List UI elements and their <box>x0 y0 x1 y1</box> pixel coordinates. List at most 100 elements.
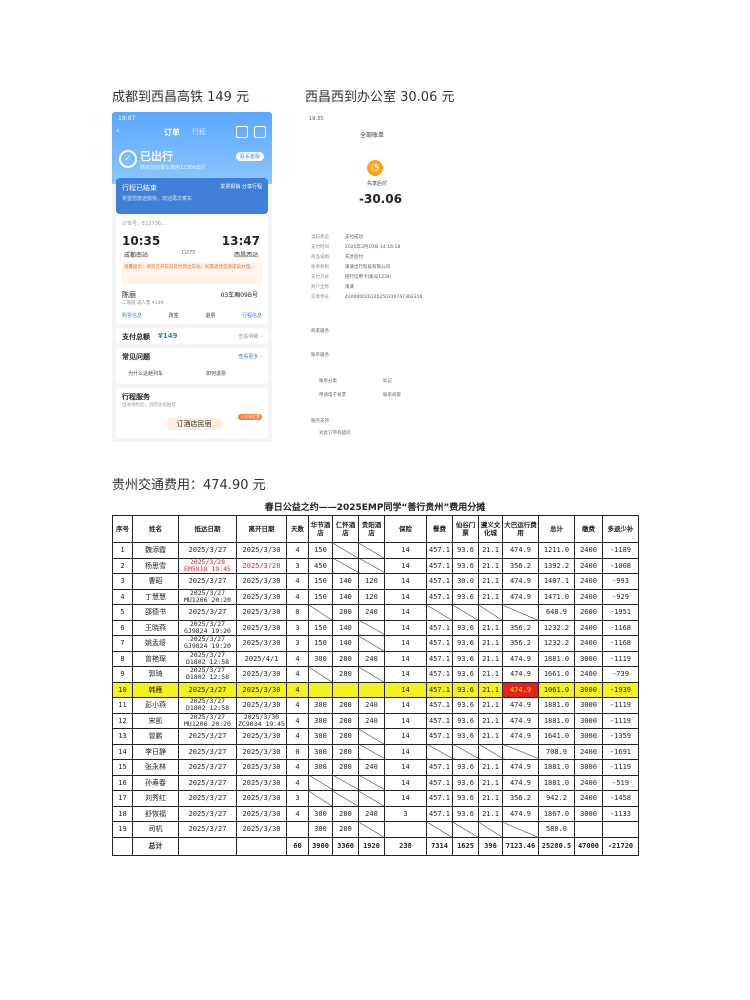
cell-h3 <box>358 619 385 636</box>
cell-leave: 2025/3/30 ZC9034 19:45 <box>236 712 287 729</box>
from-station: 成都南站 <box>124 252 149 259</box>
cell-culture <box>478 821 503 838</box>
more-icon[interactable] <box>254 126 266 138</box>
cell-ins: 14 <box>384 712 427 729</box>
cell-no: 12 <box>112 712 133 729</box>
trip-ended-banner: 行程已结束 希望您旅途愉快，欢迎再次乘车 发票报销 分享行程 <box>116 178 268 214</box>
cell-ticket: 93.6 <box>452 542 479 559</box>
payment-amount: -30.06 <box>359 192 402 206</box>
cell-bus: 474.9 <box>502 542 539 559</box>
cell-paid: 2400 <box>574 774 603 791</box>
faq-item[interactable]: 如何退票 <box>206 370 226 377</box>
trip-services: 行程服务 出发地附近，酒店住宿推荐 入住享优惠 订酒店民宿 <box>116 388 268 438</box>
cell-total: 1881.0 <box>538 712 575 729</box>
contact-service-button[interactable]: 联系客服 <box>235 152 264 161</box>
cell-culture: 21.1 <box>478 588 503 605</box>
to-station: 西昌西站 <box>233 252 258 259</box>
cell-h1: 150 <box>308 635 333 652</box>
train-number: D275 <box>182 250 196 256</box>
table-row: 10 韩雁 2025/3/27 2025/3/30 4 14 457.1 93.6 21.1 47… <box>112 681 639 698</box>
cell-arrive: 2025/3/27 GJ9824 19:20 <box>178 619 237 636</box>
cell-h1: 300 <box>308 712 333 729</box>
train-cost-caption: 成都到西昌高铁 149 元 <box>112 90 250 105</box>
detail-row: 支付方式 招行信用卡(尾号1234) <box>311 275 392 280</box>
cell-h3: 240 <box>358 805 385 822</box>
cell-ins: 14 <box>384 790 427 807</box>
cell-bus: 474.9 <box>502 573 539 590</box>
order-number: 订单号：E12736... <box>122 221 166 227</box>
cell-leave: 2025/3/30 <box>236 681 287 698</box>
cell-ins: 14 <box>384 728 427 745</box>
faq-item[interactable]: 为什么这趟列车 <box>128 370 163 377</box>
mark-link[interactable]: 标记 <box>383 378 392 384</box>
ticket-info-button[interactable]: 购票信息 <box>122 312 142 319</box>
tab-order[interactable]: 订单 <box>164 127 180 138</box>
cell-arrive: 2025/3/27 GJ9824 19:20 <box>178 635 237 652</box>
cell-culture: 21.1 <box>478 681 503 698</box>
cell-ins: 14 <box>384 619 427 636</box>
banner-actions[interactable]: 发票报销 分享行程 <box>220 183 262 190</box>
back-icon[interactable]: ‹ <box>116 126 120 136</box>
cell-total: 580.0 <box>538 821 575 838</box>
cell-name: 郭琦 <box>132 666 179 683</box>
guizhou-cost-caption: 贵州交通费用：474.90 元 <box>112 478 266 493</box>
table-row: 13 曾鹏 2025/3/27 2025/3/30 4 300 280 14 457.1 93.6… <box>112 728 639 745</box>
cell-bus: 356.2 <box>502 557 539 574</box>
cell-name: 曹昭 <box>132 573 179 590</box>
share-icon[interactable] <box>236 126 248 138</box>
cell-paid: 2400 <box>574 619 603 636</box>
table-row: 8 曾艳琛 2025/3/27 D1802 12:58 2025/4/1 4 300 280… <box>112 650 639 667</box>
cell-days: 4 <box>286 697 309 714</box>
contact-merchant-link[interactable]: 联系商家 <box>383 392 401 398</box>
cell-leave: 2025/3/28 <box>236 557 287 574</box>
cell-arrive: 2025/3/27 <box>178 604 237 621</box>
cell-meal: 457.1 <box>426 759 453 776</box>
tab-trip[interactable]: 行程 <box>192 127 206 137</box>
bill-category-link[interactable]: 账单分类 <box>319 378 337 384</box>
cell-ticket: 93.6 <box>452 805 479 822</box>
cell-bus: 474.9 <box>502 774 539 791</box>
trip-info-button[interactable]: 行程信息 <box>242 312 262 319</box>
cell-days: 4 <box>286 759 309 776</box>
cell-days <box>286 821 309 838</box>
cell-diff: -519 <box>602 774 639 791</box>
cell-no: 17 <box>112 790 133 807</box>
total-empty <box>112 836 133 856</box>
cell-ticket <box>452 743 479 760</box>
cell-h2 <box>332 557 359 574</box>
cell-h1: 300 <box>308 743 333 760</box>
cell-days: 4 <box>286 650 309 667</box>
pay-detail-link[interactable]: 查看明细 › <box>238 333 262 340</box>
cell-ins: 14 <box>384 681 427 698</box>
cell-ins: 14 <box>384 774 427 791</box>
cell-culture: 21.1 <box>478 573 503 590</box>
column-header: 仁怀酒店 <box>332 515 359 543</box>
cell-h1 <box>308 790 333 807</box>
cell-total: 1232.2 <box>538 635 575 652</box>
cell-h1 <box>308 774 333 791</box>
cell-meal <box>426 604 453 621</box>
cell-h1: 300 <box>308 821 333 838</box>
cell-leave: 2025/3/30 <box>236 759 287 776</box>
cell-bus: 474.9 <box>502 759 539 776</box>
column-header: 总计 <box>538 515 575 543</box>
promo-badge: 入住享优惠 <box>238 414 262 420</box>
cell-ticket: 93.6 <box>452 557 479 574</box>
cell-h3 <box>358 774 385 791</box>
total-ins: 238 <box>384 836 427 856</box>
invoice-link[interactable]: 申请电子发票 <box>319 392 346 398</box>
refund-button[interactable]: 退票 <box>205 312 215 319</box>
cell-h2: 280 <box>332 697 359 714</box>
change-ticket-button[interactable]: 改签 <box>169 312 179 319</box>
faq-more-link[interactable]: 查看更多 › <box>238 353 262 360</box>
book-hotel-button[interactable]: 订酒店民宿 <box>166 418 222 430</box>
cell-arrive: 2025/3/27 <box>178 774 237 791</box>
cell-bus: 474.9 <box>502 588 539 605</box>
cell-bus: 474.9 <box>502 681 539 698</box>
cell-culture: 21.1 <box>478 697 503 714</box>
cell-arrive: 2025/3/28 EM5818 19:45 <box>178 557 237 574</box>
cell-meal <box>426 743 453 760</box>
cell-diff: -1691 <box>602 743 639 760</box>
cell-days: 4 <box>286 681 309 698</box>
question-link[interactable]: 对此订单有疑问 <box>319 430 351 436</box>
